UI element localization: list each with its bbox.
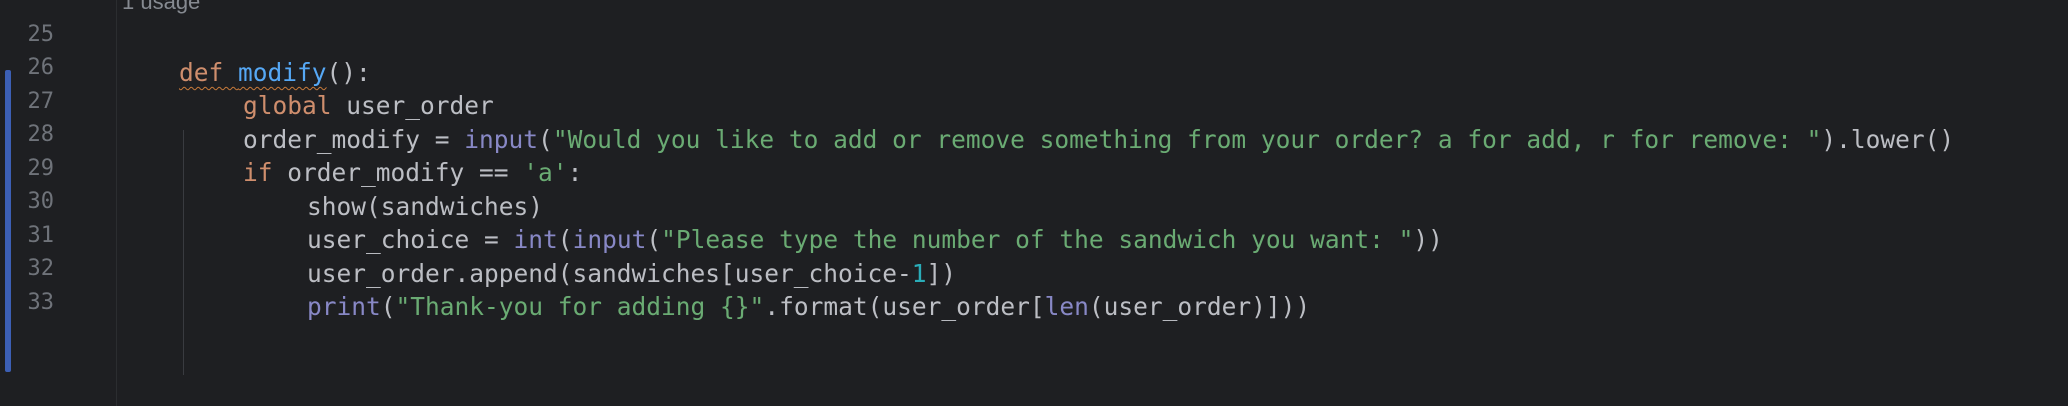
line-number: 29 <box>27 156 55 181</box>
line-number: 32 <box>27 256 55 281</box>
code-line-25[interactable]: def modify(): <box>120 28 371 87</box>
code-token-string: "Thank-you for adding {}" <box>395 292 765 321</box>
code-line-29[interactable]: show(sandwiches) <box>248 162 543 221</box>
code-editor[interactable]: 25 26 27 28 29 30 31 32 33 1 usage def m… <box>0 0 2068 406</box>
code-token-text: .format(user_order[ <box>764 292 1045 321</box>
code-token-text: )) <box>1413 225 1443 254</box>
code-line-31[interactable]: user_order.append(sandwiches[user_choice… <box>248 229 956 288</box>
line-number: 25 <box>27 22 55 47</box>
code-token-text: ).lower() <box>1821 125 1955 154</box>
line-number: 30 <box>27 189 55 214</box>
code-token-string: "Would you like to add or remove somethi… <box>552 125 1822 154</box>
code-line-28[interactable]: if order_modify == 'a': <box>184 128 582 187</box>
code-line-32[interactable]: print("Thank-you for adding {}".format(u… <box>248 262 1310 321</box>
line-number: 33 <box>27 290 55 315</box>
code-token-builtin: print <box>307 292 381 321</box>
line-number-gutter[interactable]: 25 26 27 28 29 30 31 32 33 <box>0 0 117 406</box>
code-line-30[interactable]: user_choice = int(input("Please type the… <box>248 195 1443 254</box>
code-token-text: : <box>567 158 583 187</box>
code-token-text: (user_order)])) <box>1088 292 1311 321</box>
code-token-text: ( <box>380 292 396 321</box>
line-number: 28 <box>27 122 55 147</box>
code-token-builtin: len <box>1044 292 1089 321</box>
usages-inlay-hint[interactable]: 1 usage <box>122 0 200 14</box>
line-number: 27 <box>27 89 55 114</box>
code-line-27[interactable]: order_modify = input("Would you like to … <box>184 95 1954 154</box>
code-line-26[interactable]: global user_order <box>184 61 494 120</box>
line-number: 26 <box>27 55 55 80</box>
line-number: 31 <box>27 223 55 248</box>
